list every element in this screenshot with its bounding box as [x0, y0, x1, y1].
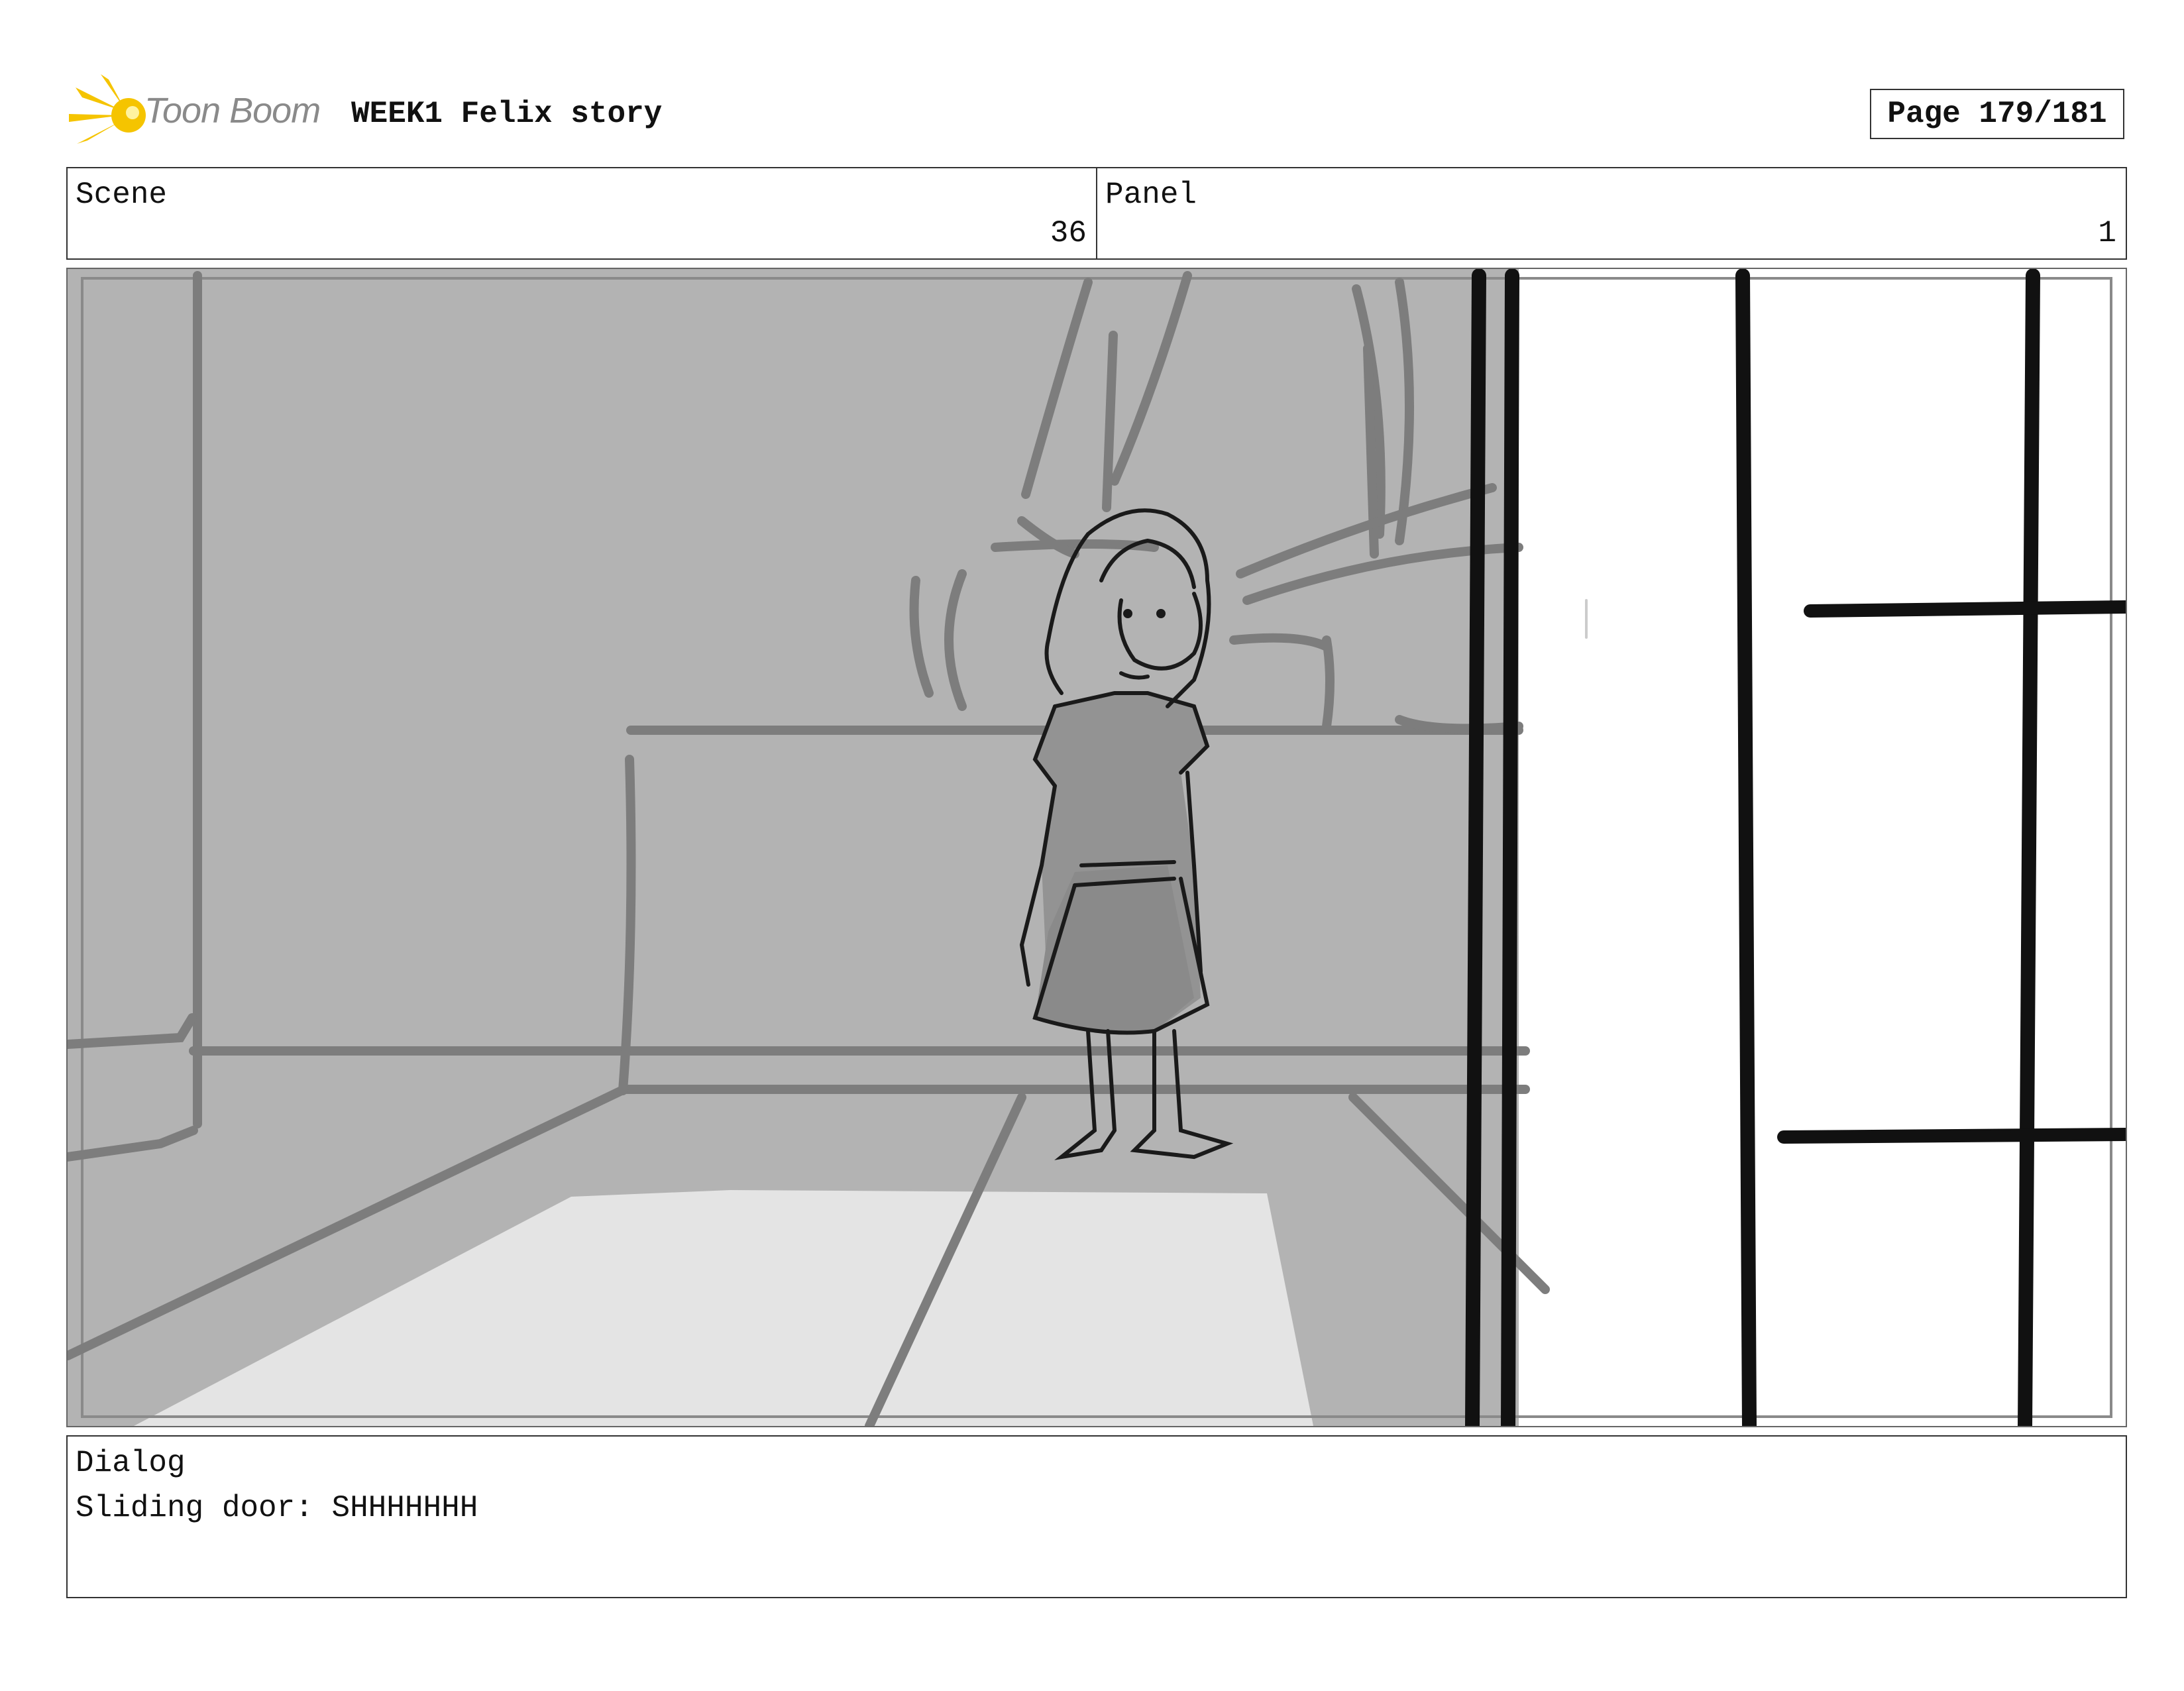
sliding-door-frame	[1465, 269, 2126, 1426]
document-title: WEEK1 Felix story	[351, 97, 663, 131]
panel-number: 1	[2098, 216, 2116, 250]
scene-panel-row: Scene 36 Panel 1	[66, 167, 2127, 260]
scene-number: 36	[1050, 216, 1087, 250]
dialog-text: Sliding door: SHHHHHHH	[76, 1491, 478, 1525]
page-indicator: Page 179/181	[1870, 89, 2124, 139]
panel-label: Panel	[1105, 178, 1197, 212]
panel-cell: Panel 1	[1096, 168, 2126, 258]
brand-name: Toon Boom	[144, 91, 321, 131]
scene-label: Scene	[76, 178, 168, 212]
storyboard-sketch	[68, 269, 2126, 1426]
storyboard-panel-image	[66, 268, 2127, 1427]
scene-cell: Scene 36	[68, 168, 1096, 258]
dialog-box: Dialog Sliding door: SHHHHHHH	[66, 1435, 2127, 1598]
dialog-label: Dialog	[76, 1446, 186, 1480]
